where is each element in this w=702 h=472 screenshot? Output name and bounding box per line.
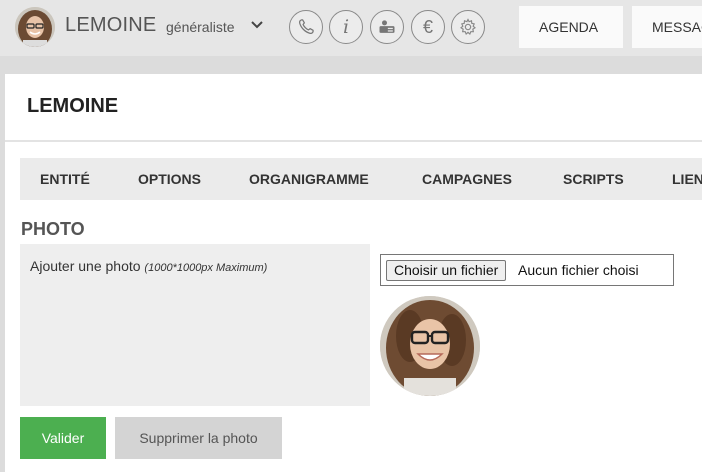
tab-liens[interactable]: LIENS [672, 171, 702, 187]
nav-agenda-label: AGENDA [539, 19, 599, 35]
info-glyph: i [342, 15, 350, 38]
validate-button[interactable]: Valider [20, 417, 106, 459]
tab-bar: ENTITÉ OPTIONS ORGANIGRAMME CAMPAGNES SC… [20, 158, 702, 200]
tab-campagnes[interactable]: CAMPAGNES [422, 171, 512, 187]
delete-photo-button[interactable]: Supprimer la photo [115, 417, 282, 459]
divider [5, 140, 702, 142]
gear-icon[interactable] [451, 10, 485, 44]
upload-label-text: Ajouter une photo [30, 258, 141, 274]
tab-entite[interactable]: ENTITÉ [40, 171, 90, 187]
chevron-down-icon[interactable] [249, 17, 265, 33]
nav-messages-label: MESSAGES [652, 19, 702, 35]
user-name[interactable]: LEMOINE [65, 14, 156, 37]
user-portrait-image [15, 7, 55, 47]
nav-agenda-button[interactable]: AGENDA [519, 6, 623, 48]
section-title-photo: PHOTO [21, 219, 85, 239]
tab-organigramme[interactable]: ORGANIGRAMME [249, 171, 369, 187]
info-icon[interactable]: i [329, 10, 363, 44]
photo-preview-image [380, 296, 480, 396]
euro-icon[interactable]: € [411, 10, 445, 44]
tab-scripts[interactable]: SCRIPTS [563, 171, 624, 187]
file-status: Aucun fichier choisi [518, 262, 639, 278]
choose-file-button[interactable]: Choisir un fichier [386, 260, 507, 281]
top-bar: LEMOINE généraliste i € AGENDA MESSAGES [0, 0, 702, 56]
user-avatar[interactable] [15, 7, 55, 47]
contact-card-icon[interactable] [370, 10, 404, 44]
upload-label: Ajouter une photo (1000*1000px Maximum) [30, 258, 267, 274]
user-role[interactable]: généraliste [166, 19, 235, 35]
tab-options[interactable]: OPTIONS [138, 171, 201, 187]
page-title: LEMOINE [27, 95, 119, 117]
upload-size-hint: (1000*1000px Maximum) [144, 262, 268, 274]
phone-icon[interactable] [289, 10, 323, 44]
main-panel: LEMOINE ENTITÉ OPTIONS ORGANIGRAMME CAMP… [5, 74, 702, 472]
euro-glyph: € [422, 17, 433, 37]
file-input[interactable]: Choisir un fichier Aucun fichier choisi [380, 254, 674, 286]
photo-upload-area: Ajouter une photo (1000*1000px Maximum) [20, 244, 370, 406]
photo-preview [380, 296, 480, 396]
nav-messages-button[interactable]: MESSAGES [632, 6, 702, 48]
